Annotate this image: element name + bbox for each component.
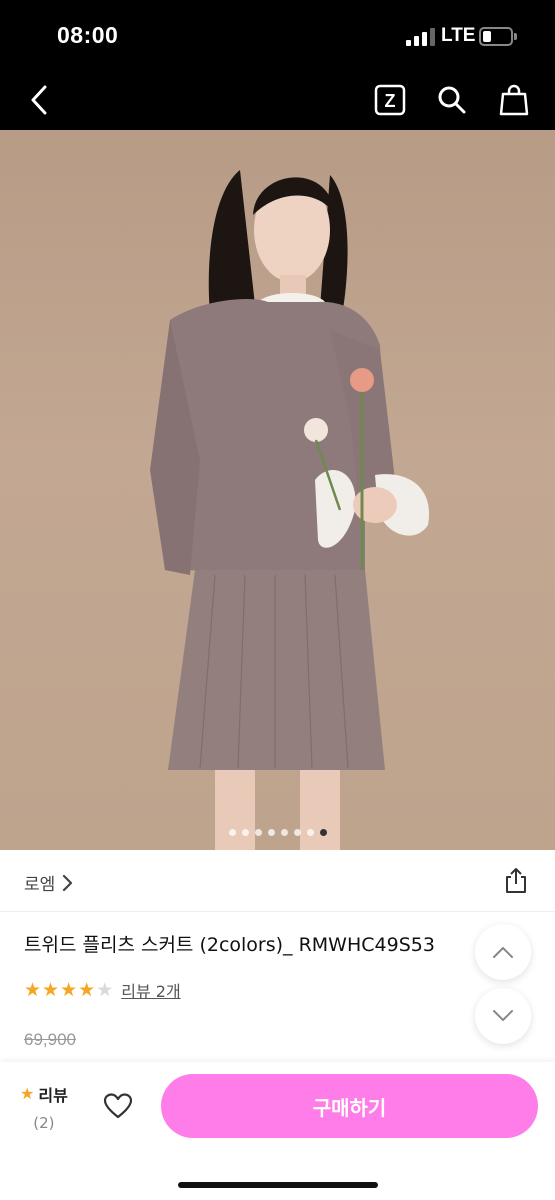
search-icon [438, 86, 466, 114]
carousel-dot[interactable] [319, 829, 327, 836]
back-button[interactable] [17, 78, 61, 122]
zigzag-home-button[interactable]: Z [368, 78, 412, 122]
scroll-up-button[interactable] [475, 924, 531, 980]
status-time: 08:00 [57, 22, 119, 48]
review-summary-button[interactable]: ★ 리뷰 (2) [20, 1082, 68, 1133]
chevron-up-icon [493, 947, 513, 958]
back-icon [31, 85, 47, 115]
sale-price-cropped [24, 1054, 284, 1062]
top-nav-bar: Z [0, 70, 555, 130]
chevron-down-icon [493, 1010, 513, 1021]
carousel-dot[interactable] [228, 829, 236, 836]
star-icon: ★ [24, 978, 42, 1001]
model-photo [150, 170, 430, 850]
signal-icon [406, 28, 436, 46]
review-label: 리뷰 [38, 1086, 68, 1105]
bottom-action-bar: ★ 리뷰 (2) 구매하기 [0, 1062, 555, 1200]
star-icon: ★ [60, 978, 78, 1001]
z-logo-label: Z [385, 91, 396, 111]
review-count-link[interactable]: 리뷰 2개 [121, 978, 180, 1002]
product-image[interactable] [0, 130, 555, 850]
scroll-down-button[interactable] [475, 988, 531, 1044]
carousel-dot[interactable] [267, 829, 275, 836]
brand-name: 로엠 [24, 875, 56, 895]
star-icon: ★ [78, 978, 96, 1001]
chevron-right-icon [63, 874, 73, 891]
carousel-dot[interactable] [254, 829, 262, 836]
share-button[interactable] [500, 864, 532, 896]
carousel-dot[interactable] [306, 829, 314, 836]
search-button[interactable] [430, 78, 474, 122]
rating-row: ★ ★ ★ ★ ★ 리뷰 2개 [24, 978, 181, 1002]
carousel-dot[interactable] [241, 829, 249, 836]
wishlist-button[interactable] [100, 1088, 136, 1124]
brand-link[interactable]: 로엠 [24, 870, 73, 895]
product-title: 트위드 플리츠 스커트 (2colors)_ RMWHC49S53 [24, 934, 435, 956]
star-icon: ★ [96, 978, 114, 1001]
share-icon [506, 868, 526, 893]
original-price: 69,900 [24, 1030, 76, 1049]
review-count: (2) [33, 1114, 55, 1132]
carousel-dot[interactable] [293, 829, 301, 836]
star-icon: ★ [20, 1084, 35, 1103]
brand-row: 로엠 [0, 850, 555, 912]
network-label: LTE [441, 25, 476, 46]
carousel-indicator [0, 829, 555, 836]
star-rating: ★ ★ ★ ★ ★ [24, 978, 114, 1001]
shopping-bag-icon [499, 84, 529, 116]
cart-button[interactable] [492, 78, 536, 122]
z-logo-icon: Z [374, 84, 406, 116]
status-bar: 08:00 LTE [0, 0, 555, 70]
buy-button[interactable]: 구매하기 [161, 1074, 538, 1138]
heart-icon [103, 1093, 133, 1119]
home-indicator[interactable] [178, 1182, 378, 1188]
carousel-dot[interactable] [280, 829, 288, 836]
battery-icon [479, 27, 517, 46]
star-icon: ★ [42, 978, 60, 1001]
